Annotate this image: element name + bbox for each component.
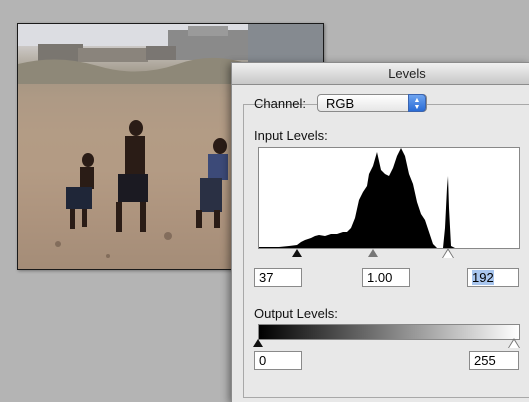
input-white-field[interactable]: 192 [467, 268, 519, 287]
dialog-title: Levels [388, 66, 426, 81]
output-black-value: 0 [259, 353, 267, 368]
channel-select-value: RGB [326, 96, 355, 111]
input-white-value: 192 [472, 270, 494, 285]
up-down-arrows-icon: ▲ ▼ [408, 94, 426, 112]
input-gamma-value: 1.00 [367, 270, 393, 285]
output-black-triangle-icon[interactable] [253, 339, 263, 347]
output-levels-slider[interactable] [253, 338, 520, 349]
input-levels-label: Input Levels: [254, 128, 328, 143]
black-triangle-icon[interactable] [292, 249, 302, 257]
output-white-value: 255 [474, 353, 496, 368]
channel-label: Channel: [254, 96, 307, 111]
output-white-field[interactable]: 255 [469, 351, 519, 370]
dialog-titlebar[interactable]: Levels [232, 63, 529, 85]
output-white-triangle-icon[interactable] [509, 340, 519, 348]
output-levels-label: Output Levels: [254, 306, 338, 321]
input-levels-slider[interactable] [258, 248, 520, 259]
histogram [258, 147, 520, 249]
input-gamma-field[interactable]: 1.00 [362, 268, 410, 287]
input-black-field[interactable]: 37 [254, 268, 302, 287]
levels-dialog: Levels Channel: RGB ▲ ▼ Input Levels: 37 … [231, 62, 529, 402]
input-black-value: 37 [259, 270, 274, 285]
output-black-field[interactable]: 0 [254, 351, 302, 370]
gray-triangle-icon[interactable] [368, 249, 378, 257]
output-gradient-bar [258, 324, 520, 340]
channel-select[interactable]: RGB ▲ ▼ [317, 94, 427, 112]
white-triangle-icon[interactable] [443, 250, 453, 258]
histogram-graph [259, 148, 519, 248]
